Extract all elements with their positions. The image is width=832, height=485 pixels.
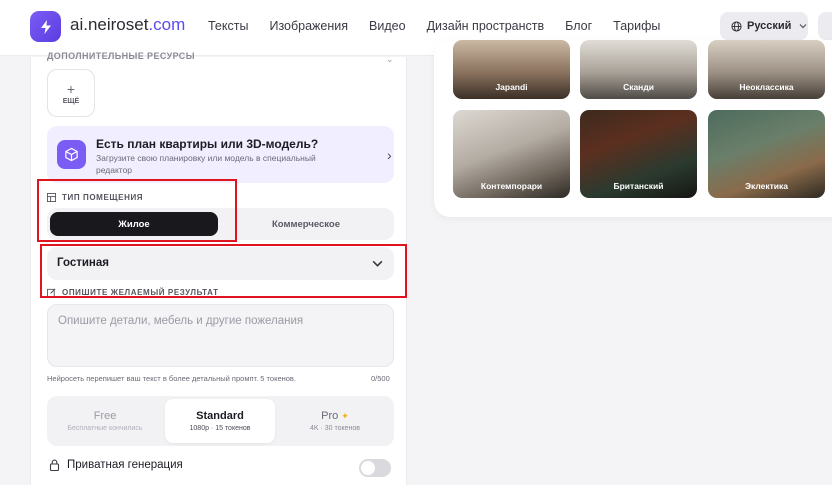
nav-blog[interactable]: Блог	[565, 19, 592, 33]
private-generation-label: Приватная генерация	[67, 459, 183, 471]
nav-space-design[interactable]: Дизайн пространств	[427, 19, 545, 33]
floor-plan-upload-card[interactable]: Есть план квартиры или 3D-модель? Загруз…	[47, 126, 394, 183]
nav-video[interactable]: Видео	[369, 19, 406, 33]
style-caption: Контемпорари	[480, 181, 543, 191]
cube-icon	[57, 140, 86, 169]
quality-free-option[interactable]: Free Бесплатные кончились	[50, 399, 160, 443]
character-counter: 0/500	[371, 374, 390, 383]
style-gallery-panel: Japandi Сканди Неоклассика Контемпорари …	[434, 40, 832, 217]
prompt-textarea[interactable]: Опишите детали, мебель и другие пожелани…	[47, 304, 394, 367]
style-card-scandi[interactable]: Сканди	[580, 40, 697, 99]
private-generation-row: Приватная генерация	[49, 459, 183, 471]
style-card-british[interactable]: Британский	[580, 110, 697, 198]
lightning-logo-icon[interactable]	[30, 11, 61, 42]
resources-section-label: ДОПОЛНИТЕЛЬНЫЕ РЕСУРСЫ	[47, 51, 195, 61]
globe-icon	[731, 20, 742, 32]
toggle-knob	[361, 461, 375, 475]
style-caption: Неоклассика	[739, 82, 794, 92]
style-card-eclectic[interactable]: Эклектика	[708, 110, 825, 198]
prompt-hint: Нейросеть перепишет ваш текст в более де…	[47, 374, 296, 383]
style-card-japandi[interactable]: Japandi	[453, 40, 570, 99]
plan-card-subtitle: Загрузите свою планировку или модель в с…	[96, 153, 316, 175]
nav-texts[interactable]: Тексты	[208, 19, 248, 33]
style-card-contemporary[interactable]: Контемпорари	[453, 110, 570, 198]
room-type-commercial-option[interactable]: Коммерческое	[222, 212, 390, 236]
style-caption: Japandi	[495, 82, 528, 92]
quality-standard-desc: 1080p · 15 токенов	[189, 425, 251, 432]
more-label: ЕЩЁ	[62, 97, 80, 105]
star-icon: ✦	[341, 411, 349, 421]
highlight-room-select	[40, 244, 407, 298]
highlight-room-type	[37, 179, 237, 242]
style-caption: Британский	[613, 181, 664, 191]
private-generation-toggle[interactable]	[359, 459, 391, 477]
nav-pricing[interactable]: Тарифы	[613, 19, 660, 33]
chevron-down-icon	[800, 24, 807, 29]
prompt-placeholder: Опишите детали, мебель и другие пожелани…	[58, 315, 304, 327]
style-caption: Сканди	[623, 82, 654, 92]
more-resources-button[interactable]: + ЕЩЁ	[47, 69, 95, 117]
language-label: Русский	[747, 20, 792, 32]
style-card-neoclassic[interactable]: Неоклассика	[708, 40, 825, 99]
quality-standard-name: Standard	[196, 410, 244, 422]
main-nav: Тексты Изображения Видео Дизайн простран…	[208, 19, 681, 33]
lock-icon	[49, 459, 60, 471]
collapse-icon[interactable]: ⌄	[386, 54, 394, 65]
quality-free-name: Free	[93, 410, 117, 422]
quality-pro-option[interactable]: Pro ✦ 4K · 30 токенов	[280, 399, 390, 443]
language-selector[interactable]: Русский	[720, 12, 808, 40]
quality-standard-option[interactable]: Standard 1080p · 15 токенов	[165, 399, 275, 443]
plan-card-title: Есть план квартиры или 3D-модель?	[96, 137, 319, 151]
chevron-right-icon: ›	[387, 147, 392, 163]
header-action-button[interactable]	[818, 12, 832, 40]
logo-text[interactable]: ai.neiroset.com	[70, 15, 185, 35]
style-caption: Эклектика	[744, 181, 789, 191]
quality-pro-desc: 4K · 30 токенов	[309, 425, 361, 432]
plus-icon: +	[66, 80, 76, 97]
nav-images[interactable]: Изображения	[269, 19, 348, 33]
quality-free-desc: Бесплатные кончились	[67, 425, 143, 432]
quality-pro-name: Pro	[321, 410, 339, 422]
quality-selector: Free Бесплатные кончились Standard 1080p…	[47, 396, 394, 446]
